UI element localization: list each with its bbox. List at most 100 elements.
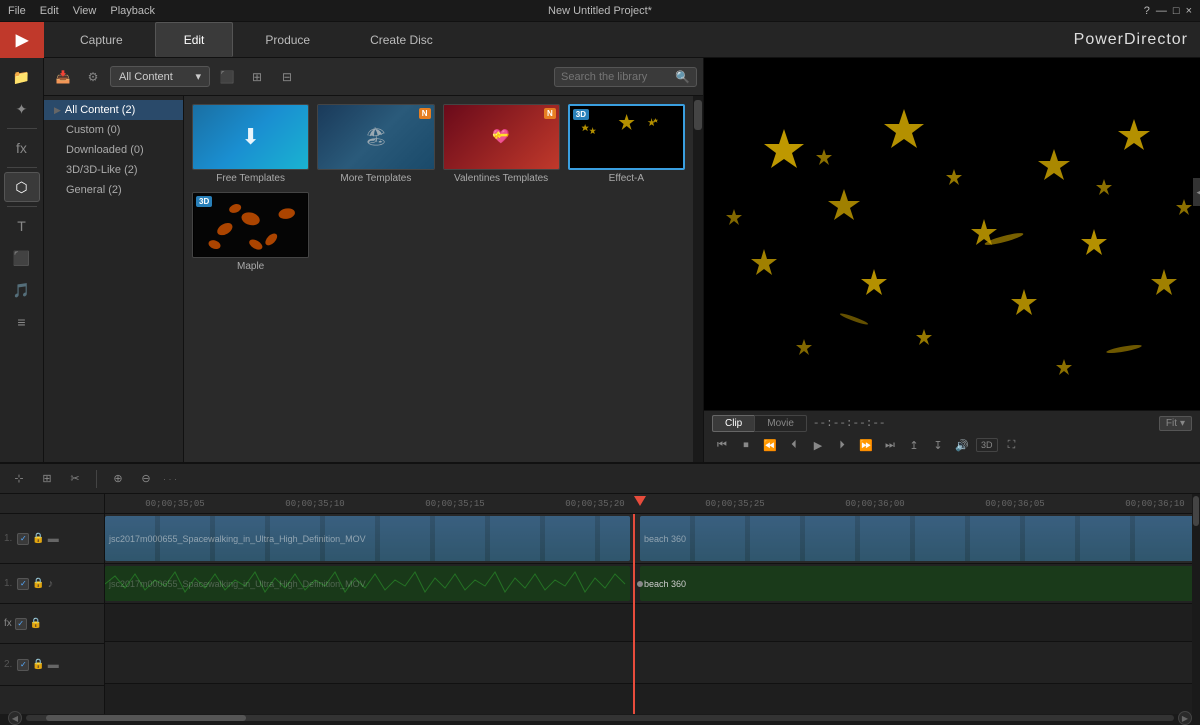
timeline-track-headers: 1. ✓ 🔒 ▬ 1. ✓ 🔒 ♪ fx ✓ 🔒 2. ✓: [0, 494, 105, 714]
tree-item-general[interactable]: General (2): [44, 180, 183, 200]
track-lock-fx[interactable]: 🔒: [30, 618, 42, 629]
ruler-time-6: 00;00;36;05: [985, 499, 1044, 509]
volume-button[interactable]: 🔊: [952, 436, 972, 454]
thumbnails-scrollbar[interactable]: [693, 96, 703, 462]
thumb-more-templates[interactable]: N More Templates: [317, 104, 434, 184]
video-track-1: jsc2017m000655_Spacewalking_in_Ultra_Hig…: [105, 514, 1192, 564]
play-last-button[interactable]: ⏭: [880, 436, 900, 454]
sidebar-icon-particles[interactable]: ⬡: [4, 172, 40, 202]
tab-capture[interactable]: Capture: [52, 22, 151, 57]
thumb-maple[interactable]: 3D Maple: [192, 192, 309, 272]
track-lock-2[interactable]: 🔒: [32, 659, 44, 670]
import-button[interactable]: 📥: [50, 64, 76, 90]
panel-tool-btn-2[interactable]: ⊞: [244, 64, 270, 90]
tl-trim-button[interactable]: ✂: [64, 468, 86, 490]
video-clip-2[interactable]: beach 360: [640, 516, 1192, 561]
timeline-ruler: 00;00;35;05 00;00;35;10 00;00;35;15 00;0…: [105, 494, 1192, 514]
fast-forward-button[interactable]: ⏩: [856, 436, 876, 454]
mark-in-button[interactable]: ↥: [904, 436, 924, 454]
rewind-button[interactable]: ⏪: [760, 436, 780, 454]
tab-produce[interactable]: Produce: [237, 22, 338, 57]
sidebar-divider-2: [7, 167, 37, 168]
help-button[interactable]: ?: [1144, 5, 1150, 17]
search-input[interactable]: [561, 71, 671, 83]
step-forward-button[interactable]: ⏵: [832, 436, 852, 454]
menu-file[interactable]: File: [8, 5, 26, 17]
menu-edit[interactable]: Edit: [40, 5, 59, 17]
badge-new-valentines: N: [544, 108, 556, 119]
sidebar-icon-titles[interactable]: T: [4, 211, 40, 241]
video-clip-1[interactable]: jsc2017m000655_Spacewalking_in_Ultra_Hig…: [105, 516, 630, 561]
minimize-button[interactable]: —: [1156, 5, 1167, 17]
sidebar-icon-transitions[interactable]: ⬛: [4, 243, 40, 273]
tab-movie[interactable]: Movie: [754, 415, 807, 432]
preview-visual: [704, 58, 1200, 410]
ruler-time-4: 00;00;35;25: [705, 499, 764, 509]
sidebar-divider-3: [7, 206, 37, 207]
track-header-fx: fx ✓ 🔒: [0, 604, 104, 644]
audio-clip-1[interactable]: jsc2017m000655_Spacewalking_in_Ultra_Hig…: [105, 566, 630, 601]
thumb-free-templates[interactable]: ⬇ Free Templates: [192, 104, 309, 184]
tab-clip[interactable]: Clip: [712, 415, 754, 432]
tl-hint: · · ·: [163, 474, 177, 484]
tab-edit[interactable]: Edit: [155, 22, 234, 57]
sidebar-icon-effects[interactable]: ✦: [4, 94, 40, 124]
content-filter-dropdown[interactable]: All Content ▾: [110, 66, 210, 87]
track-check-1[interactable]: ✓: [17, 533, 29, 545]
fullscreen-button[interactable]: ⛶: [1002, 436, 1022, 454]
search-icon[interactable]: 🔍: [675, 70, 690, 84]
play-button[interactable]: ▶: [808, 436, 828, 454]
track-lock-1[interactable]: 🔒: [32, 533, 44, 544]
menu-bar: File Edit View Playback: [8, 5, 155, 17]
sidebar-icon-subtitles[interactable]: ≡: [4, 307, 40, 337]
track-check-fx[interactable]: ✓: [15, 618, 27, 630]
fit-dropdown[interactable]: Fit ▾: [1159, 416, 1192, 431]
audio-clip-2-label: beach 360: [640, 577, 690, 591]
bottom-scrollbar[interactable]: ◀ ▶: [0, 714, 1200, 722]
sort-button[interactable]: ⚙: [80, 64, 106, 90]
tab-create-disc[interactable]: Create Disc: [342, 22, 461, 57]
track-check-1a[interactable]: ✓: [17, 578, 29, 590]
tree-item-3d[interactable]: 3D/3D-Like (2): [44, 160, 183, 180]
maximize-button[interactable]: □: [1173, 5, 1180, 17]
tree-item-all-content[interactable]: ▶ All Content (2): [44, 100, 183, 120]
scroll-thumb[interactable]: [694, 100, 702, 130]
track-check-2[interactable]: ✓: [17, 659, 29, 671]
mark-out-button[interactable]: ↧: [928, 436, 948, 454]
scroll-left-button[interactable]: ◀: [8, 711, 22, 725]
main-area: 📁 ✦ fx ⬡ T ⬛ 🎵 ≡ 📥 ⚙ All Content ▾ ⬛ ⊞ ⊟…: [0, 58, 1200, 462]
close-button[interactable]: ×: [1186, 5, 1192, 17]
play-first-button[interactable]: ⏮: [712, 436, 732, 454]
menu-view[interactable]: View: [73, 5, 97, 17]
thumb-valentines[interactable]: 💝 N Valentines Templates: [443, 104, 560, 184]
sidebar-icon-audio[interactable]: 🎵: [4, 275, 40, 305]
tree-item-downloaded[interactable]: Downloaded (0): [44, 140, 183, 160]
menu-playback[interactable]: Playback: [110, 5, 155, 17]
tl-zoom-in-button[interactable]: ⊕: [107, 468, 129, 490]
preview-pane: Clip Movie --:--:--:-- Fit ▾ ⏮ ⏹ ⏪ ⏴ ▶ ⏵…: [704, 58, 1200, 462]
sidebar-icon-import[interactable]: 📁: [4, 62, 40, 92]
ruler-time-5: 00;00;36;00: [845, 499, 904, 509]
tl-divider: [96, 470, 97, 488]
right-scroll-thumb[interactable]: [1193, 496, 1199, 526]
tl-ripple-button[interactable]: ⊞: [36, 468, 58, 490]
right-scrollbar[interactable]: [1192, 494, 1200, 714]
scroll-bar-thumb[interactable]: [46, 715, 246, 721]
stop-button[interactable]: ⏹: [736, 436, 756, 454]
panel-tool-btn-3[interactable]: ⊟: [274, 64, 300, 90]
tl-snap-button[interactable]: ⊹: [8, 468, 30, 490]
3d-mode-badge[interactable]: 3D: [976, 438, 998, 452]
thumb-effect-a[interactable]: 3D Effect-A: [568, 104, 685, 184]
ruler-time-2: 00;00;35;15: [425, 499, 484, 509]
step-back-button[interactable]: ⏴: [784, 436, 804, 454]
tl-zoom-out-button[interactable]: ⊖: [135, 468, 157, 490]
track-lock-1a[interactable]: 🔒: [32, 578, 44, 589]
panel-content: ▶ All Content (2) Custom (0) Downloaded …: [44, 96, 703, 462]
preview-canvas: [704, 58, 1200, 410]
audio-clip-2[interactable]: beach 360: [640, 566, 1192, 601]
fx-track: [105, 604, 1192, 642]
sidebar-icon-fx[interactable]: fx: [4, 133, 40, 163]
tree-item-custom[interactable]: Custom (0): [44, 120, 183, 140]
panel-tool-btn-1[interactable]: ⬛: [214, 64, 240, 90]
panel: 📥 ⚙ All Content ▾ ⬛ ⊞ ⊟ 🔍 ▶ All Content …: [44, 58, 704, 462]
